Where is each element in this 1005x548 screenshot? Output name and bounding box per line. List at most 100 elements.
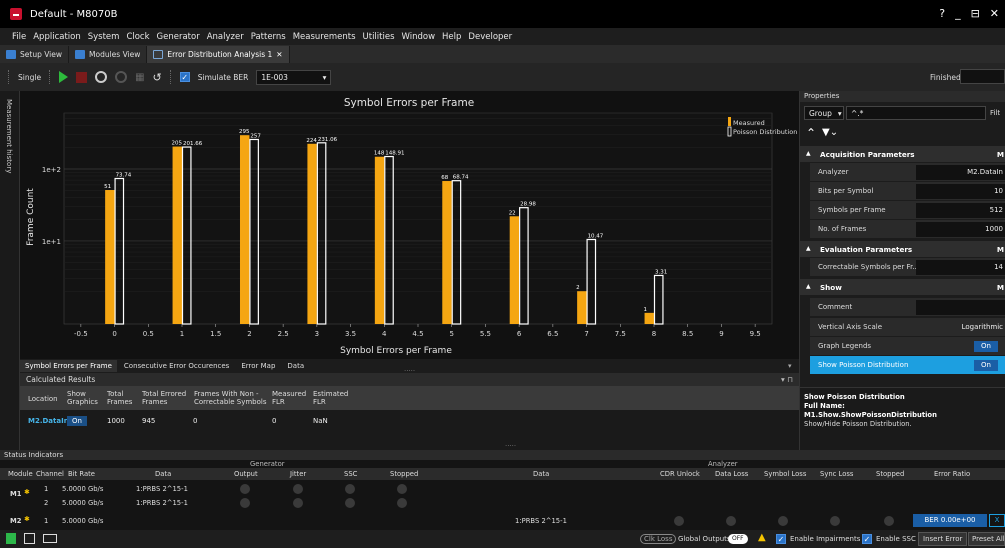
run-icon[interactable] <box>59 71 69 83</box>
show-graphics-toggle[interactable]: On <box>67 416 87 426</box>
close-tab-icon[interactable]: ✕ <box>276 50 282 59</box>
splitter-grip[interactable]: ..... <box>404 365 415 373</box>
bitrate: 5.0000 Gb/s <box>62 485 104 493</box>
filter-icon[interactable]: ▼⌄ <box>822 127 838 138</box>
menu-measurements[interactable]: Measurements <box>293 32 356 42</box>
col-cdr-unlock: CDR Unlock <box>660 470 700 478</box>
reset-icon[interactable]: ↺ <box>153 71 162 84</box>
col-show-graphics: Show Graphics <box>67 390 98 406</box>
menu-clock[interactable]: Clock <box>126 32 149 42</box>
eye-diagram-icon[interactable]: X <box>989 514 1005 527</box>
pin-icon[interactable]: ▾ ⊓ <box>781 375 793 384</box>
x-tick-label: 1.5 <box>210 330 221 338</box>
measurement-history-strip[interactable]: Measurement history <box>0 91 20 462</box>
prop-no-of-frames: No. of Frames 1000 <box>810 220 1005 239</box>
document-icon[interactable] <box>24 533 35 544</box>
bar-measured <box>577 291 587 324</box>
bits-per-symbol-field[interactable]: 10 <box>916 184 1005 199</box>
show-poisson-toggle[interactable]: On <box>974 360 998 371</box>
plot-area <box>63 112 773 325</box>
filter-label[interactable]: Filt <box>990 109 1000 117</box>
tab-modules-view[interactable]: Modules View <box>69 46 148 63</box>
collapse-icon: ▲ <box>806 150 811 157</box>
menu-help[interactable]: Help <box>442 32 461 42</box>
tab-error-map[interactable]: Error Map <box>236 360 280 372</box>
correctable-symbols-field[interactable]: 14 <box>916 260 1005 275</box>
tab-data[interactable]: Data <box>282 360 309 372</box>
generator-data: 1:PRBS 2^15-1 <box>136 485 188 493</box>
chevron-down-icon: ▾ <box>322 72 327 82</box>
menu-utilities[interactable]: Utilities <box>363 32 395 42</box>
col-estimated-flr: Estimated FLR <box>313 390 349 406</box>
splitter-grip[interactable]: ..... <box>505 440 516 448</box>
analyzer-dropdown[interactable]: M2.DataIn <box>916 165 1005 180</box>
chart-tab-icon <box>153 50 164 59</box>
menu-generator[interactable]: Generator <box>157 32 200 42</box>
data-label-poisson: 28.98 <box>520 202 536 208</box>
graph-legends-toggle[interactable]: On <box>974 341 998 352</box>
group-dropdown[interactable]: Group ▾ <box>804 106 844 120</box>
mail-icon[interactable] <box>43 534 57 543</box>
collapse-all-icon[interactable]: ⌃ <box>806 126 816 140</box>
comment-field[interactable] <box>916 300 1005 315</box>
toolbar: Single ▦ ↺ ✓ Simulate BER 1E-003 ▾ Finis… <box>0 63 1005 91</box>
menu-developer[interactable]: Developer <box>468 32 512 42</box>
minimize-button[interactable]: _ <box>955 7 961 20</box>
jitter-led <box>293 498 303 508</box>
prop-analyzer: Analyzer M2.DataIn <box>810 163 1005 182</box>
result-location: M2.DataIn <box>28 417 69 425</box>
ber-dropdown[interactable]: 1E-003 ▾ <box>256 69 332 85</box>
toolbar-separator <box>49 70 51 84</box>
results-header-row: Location Show Graphics Total Frames Tota… <box>20 386 799 410</box>
tab-consecutive-error-occurences[interactable]: Consecutive Error Occurences <box>119 360 234 372</box>
stop-icon[interactable] <box>76 71 88 83</box>
enable-impairments-checkbox[interactable]: ✓ <box>776 534 786 544</box>
col-errored-frames: Total Errored Frames <box>142 390 187 406</box>
prop-graph-legends: Graph Legends On <box>810 337 1005 356</box>
help-description: Show/Hide Poisson Distribution. <box>804 420 912 428</box>
menu-window[interactable]: Window <box>402 32 436 42</box>
ber-display: BER 0.00e+00 <box>913 514 987 527</box>
tab-setup-view[interactable]: Setup View <box>0 46 70 63</box>
x-tick-label: 4.5 <box>412 330 423 338</box>
green-app-icon[interactable] <box>6 533 16 544</box>
menu-system[interactable]: System <box>88 32 120 42</box>
menu-analyzer[interactable]: Analyzer <box>207 32 244 42</box>
x-tick-label: 3 <box>315 330 319 338</box>
enable-ssc-checkbox[interactable]: ✓ <box>862 534 872 544</box>
x-tick-label: 6.5 <box>547 330 558 338</box>
simulate-ber-checkbox[interactable]: ✓ <box>179 72 190 82</box>
menu-file[interactable]: File <box>12 32 26 42</box>
menu-application[interactable]: Application <box>33 32 81 42</box>
col-measured-flr: Measured FLR <box>272 390 307 406</box>
symbols-per-frame-field[interactable]: 512 <box>916 203 1005 218</box>
disabled-timer-icon <box>115 71 128 83</box>
global-outputs-toggle[interactable]: OFF <box>728 534 748 544</box>
y-tick-label: 1e+1 <box>42 238 61 246</box>
timer-icon[interactable] <box>95 71 108 83</box>
menu-patterns[interactable]: Patterns <box>251 32 286 42</box>
result-estimated-flr: NaN <box>313 417 328 425</box>
preset-all-button[interactable]: Preset All <box>968 532 1005 546</box>
close-button[interactable]: ✕ <box>990 7 999 20</box>
chevron-down-icon[interactable]: ▾ <box>788 362 792 370</box>
result-errored-frames: 945 <box>142 417 156 425</box>
section-acquisition-parameters[interactable]: ▲ Acquisition Parameters M <box>800 146 1005 162</box>
section-evaluation-parameters[interactable]: ▲ Evaluation Parameters M <box>800 241 1005 257</box>
calculated-results-header: Calculated Results ▾ ⊓ <box>20 373 799 386</box>
axis-scale-dropdown[interactable]: Logarithmic <box>916 320 1005 335</box>
single-button[interactable]: Single <box>18 73 41 82</box>
tab-error-distribution[interactable]: Error Distribution Analysis 1 ✕ <box>147 46 290 63</box>
no-of-frames-field[interactable]: 1000 <box>916 222 1005 237</box>
filter-input[interactable]: ^.* <box>846 106 986 120</box>
restore-button[interactable]: ⊟ <box>971 7 980 20</box>
modules-view-icon <box>75 50 86 59</box>
result-measured-flr: 0 <box>272 417 277 425</box>
insert-error-button[interactable]: Insert Error <box>918 532 968 546</box>
section-show[interactable]: ▲ Show M <box>800 279 1005 295</box>
help-button[interactable]: ? <box>939 7 945 20</box>
y-axis-label: Frame Count <box>26 188 36 246</box>
tab-symbol-errors-per-frame[interactable]: Symbol Errors per Frame <box>20 360 117 372</box>
data-label-measured: 68 <box>441 175 448 181</box>
bottom-status-bar: Clk Loss Global Outputs OFF ▲ ✓ Enable I… <box>0 530 1005 548</box>
